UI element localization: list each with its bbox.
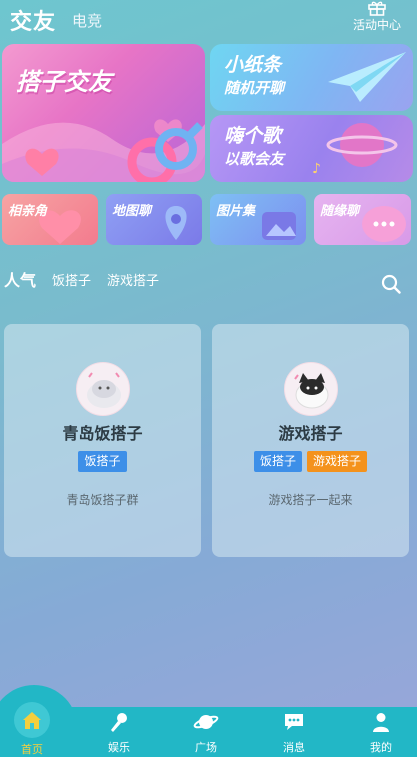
- gift-icon: [368, 1, 386, 16]
- banner-sing[interactable]: ♪ 嗨个歌 以歌会友: [210, 115, 413, 182]
- banner-paper-note[interactable]: 小纸条 随机开聊: [210, 44, 413, 111]
- banner-sing-title: 嗨个歌: [224, 125, 282, 147]
- tab-friends[interactable]: 交友: [10, 4, 56, 36]
- category-tabs: 人气 饭搭子 游戏搭子: [0, 266, 417, 296]
- cat-avatar-icon: [87, 372, 121, 408]
- card-title: 游戏搭子: [278, 424, 343, 443]
- nav-profile[interactable]: 我的: [351, 711, 411, 755]
- tag-list: 饭搭子: [4, 451, 201, 472]
- tile-map-chat-label: 地图聊: [112, 204, 152, 219]
- nav-messages-label: 消息: [283, 741, 305, 754]
- banner-paper-note-title: 小纸条: [224, 54, 282, 76]
- home-icon-circle: [14, 702, 50, 738]
- top-header: 交友 电竞 活动中心: [0, 0, 417, 40]
- cat-avatar-icon: [294, 373, 329, 409]
- nav-entertainment-label: 娱乐: [108, 741, 130, 754]
- banner-partner-friends[interactable]: 搭子交友: [2, 44, 205, 182]
- tag-badge: 游戏搭子: [307, 451, 368, 472]
- tile-random-chat[interactable]: 随缘聊: [314, 194, 411, 245]
- nav-profile-label: 我的: [370, 741, 392, 754]
- chat-icon: [285, 714, 303, 730]
- banner-big-title: 搭子交友: [16, 68, 112, 96]
- search-icon[interactable]: [381, 274, 401, 294]
- nav-plaza-label: 广场: [195, 741, 217, 754]
- tile-random-chat-label: 随缘聊: [320, 204, 360, 219]
- tab-esports[interactable]: 电竞: [72, 10, 102, 31]
- tag-list: 饭搭子 游戏搭子: [212, 451, 409, 472]
- group-card[interactable]: 青岛饭搭子 饭搭子 青岛饭搭子群: [4, 324, 201, 557]
- nav-plaza[interactable]: 广场: [176, 711, 236, 755]
- banner-sing-subtitle: 以歌会友: [224, 150, 285, 168]
- group-card[interactable]: 游戏搭子 饭搭子 游戏搭子 游戏搭子一起来: [212, 324, 409, 557]
- card-title: 青岛饭搭子: [62, 424, 143, 443]
- planet-icon: [193, 715, 219, 729]
- nav-entertainment[interactable]: 娱乐: [89, 711, 149, 755]
- microphone-icon: [111, 713, 127, 732]
- tag-badge: 饭搭子: [253, 451, 302, 472]
- avatar: [76, 362, 130, 416]
- tile-matchmaking[interactable]: 相亲角: [2, 194, 98, 245]
- tile-photo-gallery[interactable]: 图片集: [210, 194, 306, 245]
- nav-messages[interactable]: 消息: [264, 711, 324, 755]
- tile-matchmaking-label: 相亲角: [8, 204, 48, 219]
- tag-badge: 饭搭子: [78, 451, 127, 472]
- activity-center-label: 活动中心: [352, 18, 401, 32]
- tile-map-chat[interactable]: 地图聊: [106, 194, 202, 245]
- user-icon: [373, 713, 389, 732]
- nav-home-label: 首页: [21, 743, 43, 756]
- banner-paper-note-subtitle: 随机开聊: [224, 79, 285, 97]
- tab-popular[interactable]: 人气: [4, 267, 36, 291]
- activity-center-button[interactable]: 活动中心: [349, 0, 405, 33]
- nav-home[interactable]: 首页: [2, 702, 62, 757]
- card-description: 青岛饭搭子群: [66, 493, 139, 507]
- tile-photo-gallery-label: 图片集: [216, 204, 256, 219]
- svg-text:♪: ♪: [312, 161, 321, 177]
- tab-food-partner[interactable]: 饭搭子: [52, 270, 91, 289]
- tab-game-partner[interactable]: 游戏搭子: [107, 270, 159, 289]
- avatar: [284, 362, 338, 416]
- home-icon: [23, 712, 41, 729]
- card-description: 游戏搭子一起来: [268, 493, 353, 507]
